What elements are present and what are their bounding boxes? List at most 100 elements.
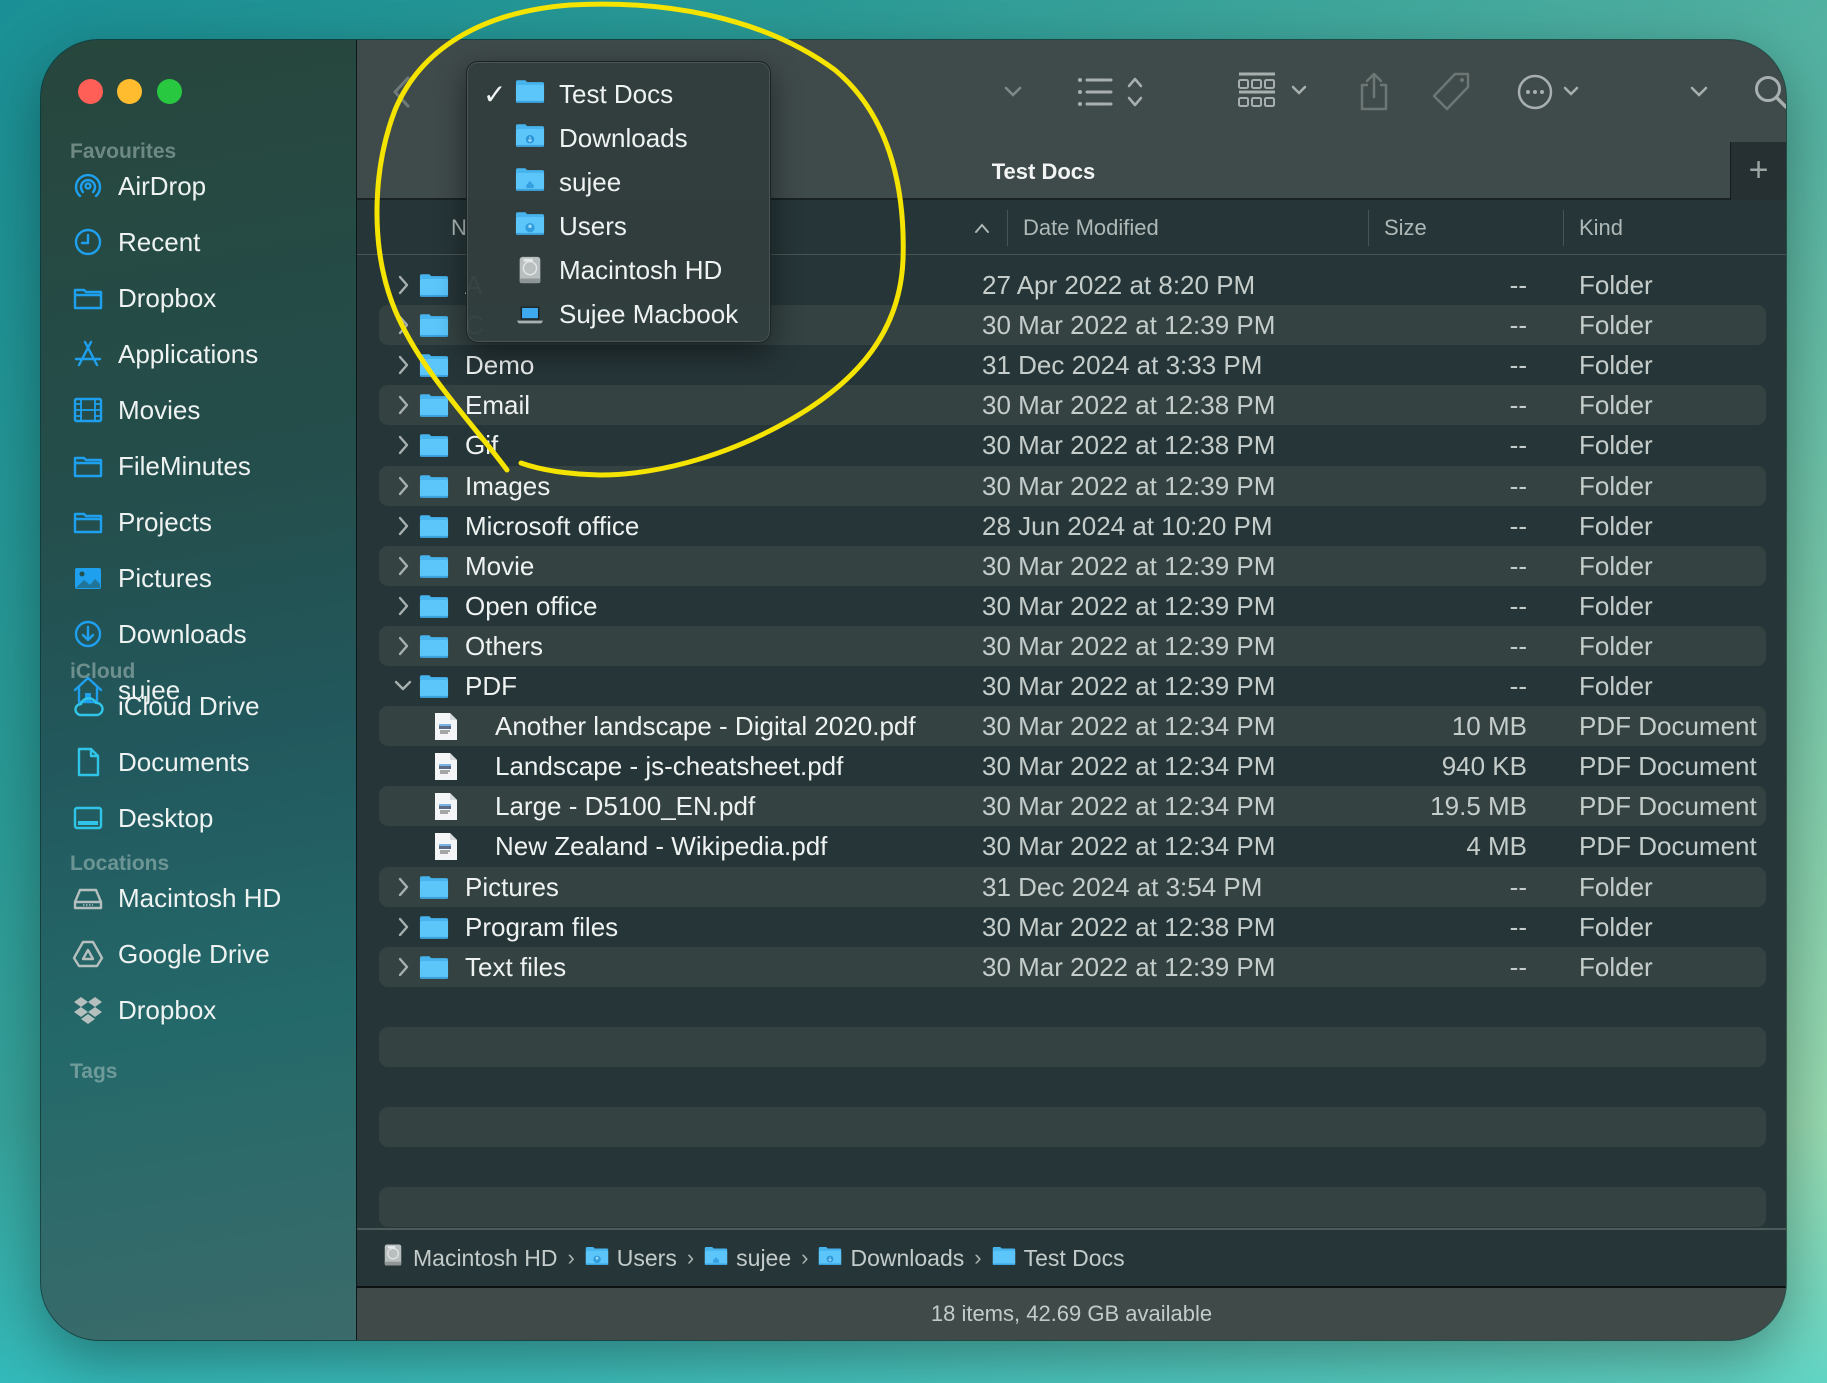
folder-row[interactable]: Text files 30 Mar 2022 at 12:39 PM -- Folde… [379,947,1766,987]
path-menu-item-label: sujee [559,167,622,197]
sidebar-item-pictures[interactable]: Pictures [41,554,357,602]
disclosure-expanded-icon[interactable] [392,674,414,698]
sidebar-item-label: Movies [118,394,201,425]
column-divider[interactable] [1368,210,1369,246]
folder-icon [419,955,449,985]
folder-row[interactable]: Email 30 Mar 2022 at 12:38 PM -- Folder [379,385,1766,425]
column-divider[interactable] [1007,210,1008,246]
sidebar-item-movies[interactable]: Movies [41,386,357,434]
disclosure-collapsed-icon[interactable] [392,313,414,337]
minimize-window-button[interactable] [117,79,142,104]
search-icon[interactable] [1753,70,1786,114]
column-header-date-modified[interactable]: Date Modified [1023,200,1159,255]
file-row[interactable]: Large - D5100_EN.pdf 30 Mar 2022 at 12:34… [379,786,1766,826]
sidebar-item-desktop[interactable]: Desktop [41,794,357,842]
breadcrumb-users[interactable]: Users [585,1245,677,1272]
path-menu-item-sujee-macbook[interactable]: Sujee Macbook [467,292,770,336]
list-view-icon[interactable] [1077,70,1151,114]
breadcrumb-test-docs[interactable]: Test Docs [992,1245,1125,1272]
sidebar-item-applications[interactable]: Applications [41,330,357,378]
sidebar-item-projects[interactable]: Projects [41,498,357,546]
disclosure-collapsed-icon[interactable] [392,273,414,297]
disclosure-collapsed-icon[interactable] [392,514,414,538]
file-row[interactable]: Landscape - js-cheatsheet.pdf 30 Mar 2022… [379,746,1766,786]
folder-row[interactable]: Microsoft office 28 Jun 2024 at 10:20 PM -… [379,506,1766,546]
clock-icon [71,225,105,259]
download-icon [71,617,105,651]
folder-row[interactable]: Open office 30 Mar 2022 at 12:39 PM -- Fold… [379,586,1766,626]
sidebar-item-google-drive[interactable]: Google Drive [41,930,357,978]
sidebar-item-downloads[interactable]: Downloads [41,610,357,658]
disclosure-collapsed-icon[interactable] [392,433,414,457]
sidebar-item-dropbox[interactable]: Dropbox [41,986,357,1034]
sidebar-item-label: Desktop [118,802,214,833]
sidebar-item-airdrop[interactable]: AirDrop [41,162,357,210]
disclosure-collapsed-icon[interactable] [392,915,414,939]
folder-row[interactable]: PDF 30 Mar 2022 at 12:39 PM -- Folder [379,666,1766,706]
disclosure-collapsed-icon[interactable] [392,955,414,979]
tag-icon[interactable] [1431,70,1473,114]
folder-row[interactable]: Gif 30 Mar 2022 at 12:38 PM -- Folder [379,425,1766,465]
column-header-name[interactable]: N [451,200,467,255]
back-icon[interactable] [391,70,413,114]
path-menu-item-macintosh-hd[interactable]: Macintosh HD [467,248,770,292]
group-view-icon[interactable] [1237,70,1313,114]
new-tab-button[interactable]: + [1730,142,1786,200]
share-icon[interactable] [1357,70,1391,114]
pdf-file-icon [434,832,458,866]
disclosure-collapsed-icon[interactable] [392,875,414,899]
file-row[interactable]: New Zealand - Wikipedia.pdf 30 Mar 2022 a… [379,826,1766,866]
sidebar-item-icloud-drive[interactable]: iCloud Drive [41,682,357,730]
more-actions-icon[interactable] [1517,70,1583,114]
file-size: -- [1509,471,1527,501]
sidebar-section-icloud: iCloud [70,660,136,683]
disclosure-collapsed-icon[interactable] [392,353,414,377]
zoom-window-button[interactable] [157,79,182,104]
column-header-size[interactable]: Size [1384,200,1427,255]
empty-row [379,1187,1766,1227]
sidebar-item-macintosh-hd[interactable]: Macintosh HD [41,874,357,922]
date-modified: 30 Mar 2022 at 12:39 PM [982,591,1276,621]
breadcrumb-downloads[interactable]: Downloads [818,1245,964,1272]
file-name: Email [465,390,531,420]
breadcrumb-sujee[interactable]: sujee [704,1245,791,1272]
file-row[interactable]: Another landscape - Digital 2020.pdf 30 M… [379,706,1766,746]
close-window-button[interactable] [78,79,103,104]
file-size: -- [1509,952,1527,982]
file-size: 19.5 MB [1430,791,1527,821]
cloud-icon [71,689,105,723]
folder-row[interactable]: Demo 31 Dec 2024 at 3:33 PM -- Folder [379,345,1766,385]
file-size: -- [1509,551,1527,581]
sidebar-item-recent[interactable]: Recent [41,218,357,266]
folder-row[interactable]: Program files 30 Mar 2022 at 12:38 PM -- Fo… [379,907,1766,947]
folder-row[interactable]: Pictures 31 Dec 2024 at 3:54 PM -- Folder [379,867,1766,907]
sort-ascending-icon[interactable] [973,200,991,255]
path-menu-item-downloads[interactable]: Downloads [467,116,770,160]
disclosure-collapsed-icon[interactable] [392,474,414,498]
disclosure-collapsed-icon[interactable] [392,554,414,578]
column-divider[interactable] [1563,210,1564,246]
sidebar-item-documents[interactable]: Documents [41,738,357,786]
sidebar-item-label: Google Drive [118,938,270,969]
sidebar-item-fileminutes[interactable]: FileMinutes [41,442,357,490]
disclosure-collapsed-icon[interactable] [392,594,414,618]
folder-row[interactable]: Movie 30 Mar 2022 at 12:39 PM -- Folder [379,546,1766,586]
disclosure-collapsed-icon[interactable] [392,634,414,658]
sidebar-item-dropbox[interactable]: Dropbox [41,274,357,322]
path-menu-item-sujee[interactable]: sujee [467,160,770,204]
path-menu-item-test-docs[interactable]: ✓ Test Docs [467,72,770,116]
google-drive-icon [71,937,105,971]
path-dropdown-chevron-icon[interactable] [1003,70,1023,114]
file-kind: PDF Document [1579,711,1757,741]
folder-row[interactable]: Images 30 Mar 2022 at 12:39 PM -- Folder [379,466,1766,506]
toolbar-overflow-chevron-icon[interactable] [1689,70,1709,114]
path-bar: Macintosh HD › Users › sujee › Downloads › Test … [357,1228,1786,1288]
sidebar: Favourites AirDrop Recent Dropbox Applicatio… [41,40,357,1340]
column-header-kind[interactable]: Kind [1579,200,1623,255]
breadcrumb-macintosh-hd[interactable]: Macintosh HD [381,1243,557,1273]
path-menu-item-users[interactable]: Users [467,204,770,248]
folder-row[interactable]: Others 30 Mar 2022 at 12:39 PM -- Folder [379,626,1766,666]
checkmark-icon: ✓ [483,79,507,110]
sidebar-item-label: Pictures [118,562,212,593]
disclosure-collapsed-icon[interactable] [392,393,414,417]
